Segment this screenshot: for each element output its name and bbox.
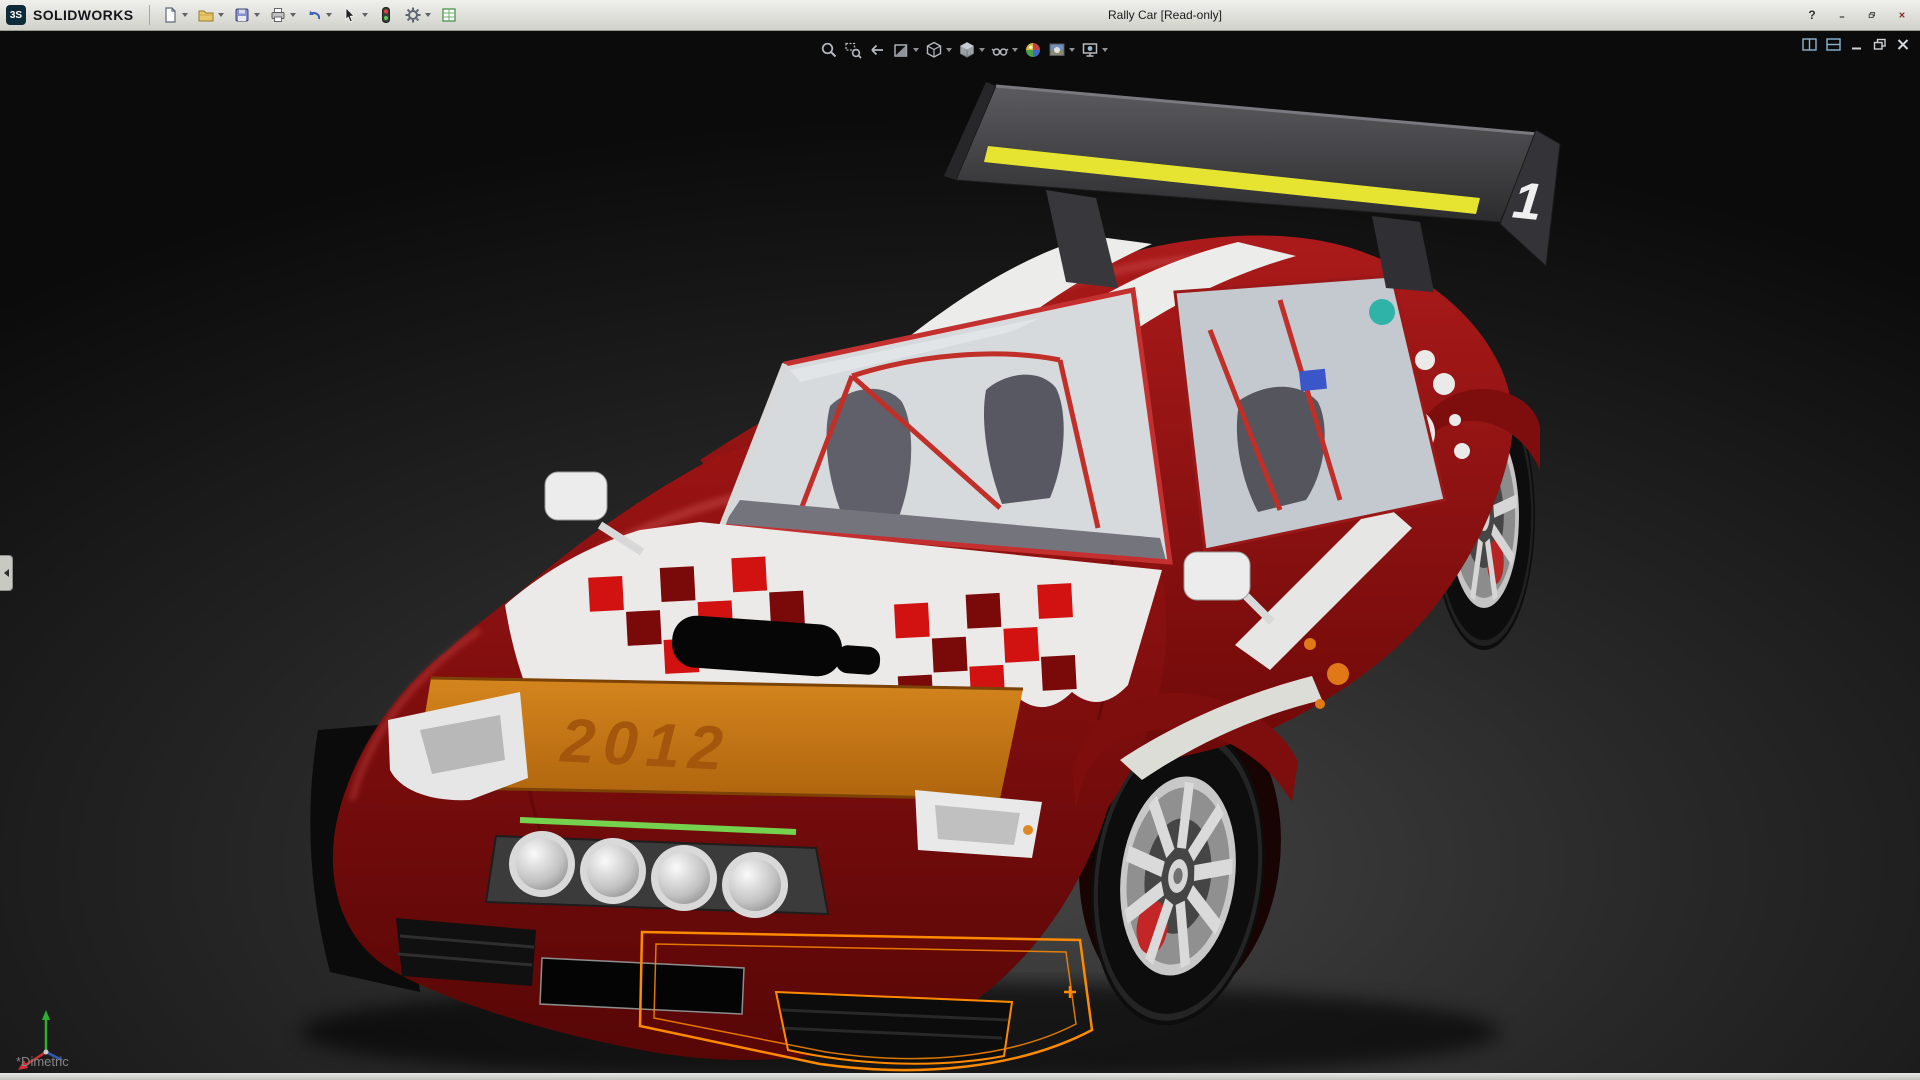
dropdown-arrow-icon[interactable] <box>326 13 332 17</box>
edit-appearance-button[interactable] <box>1022 40 1044 60</box>
appearance-ball-icon <box>1024 41 1042 59</box>
section-view-button[interactable] <box>890 40 921 60</box>
brand-text: SOLIDWORKS <box>33 7 133 23</box>
document-title: Rally Car [Read-only] <box>1108 8 1222 22</box>
spreadsheet-icon <box>440 6 458 24</box>
doc-restore-button[interactable] <box>1873 38 1887 51</box>
new-document-icon <box>161 6 179 24</box>
display-style-icon <box>958 41 976 59</box>
previous-view-button[interactable] <box>866 40 888 60</box>
collapse-panel-tab[interactable] <box>0 555 13 591</box>
dropdown-arrow-icon[interactable] <box>182 13 188 17</box>
window-controls: ? <box>1802 0 1912 30</box>
doc-restore-icon <box>1873 38 1887 51</box>
document-window-controls <box>1802 38 1910 51</box>
doc-minimize-button[interactable] <box>1850 38 1864 51</box>
undo-button[interactable] <box>302 3 335 27</box>
dropdown-arrow-icon[interactable] <box>362 13 368 17</box>
section-view-icon <box>892 41 910 59</box>
new-document-button[interactable] <box>158 3 191 27</box>
center-bumper-intake <box>776 992 1012 1064</box>
dropdown-arrow-icon[interactable] <box>218 13 224 17</box>
doc-close-icon <box>1896 38 1910 51</box>
previous-view-icon <box>868 41 886 59</box>
3d-model-scene[interactable]: 2012 <box>0 30 1920 1073</box>
doc-minimize-icon <box>1850 38 1864 51</box>
scene-icon <box>1048 41 1066 59</box>
dropdown-arrow-icon[interactable] <box>979 48 985 52</box>
print-button[interactable] <box>266 3 299 27</box>
print-icon <box>269 6 287 24</box>
doc-close-button[interactable] <box>1896 38 1910 51</box>
pane-split-right-icon <box>1826 38 1841 51</box>
dropdown-arrow-icon[interactable] <box>1012 48 1018 52</box>
title-bar: 3S SOLIDWORKS <box>0 0 1920 31</box>
zoom-to-area-icon <box>844 41 862 59</box>
zoom-to-fit-button[interactable] <box>818 40 840 60</box>
left-bumper-intake <box>396 918 536 986</box>
windshield[interactable] <box>722 290 1170 562</box>
apply-scene-button[interactable] <box>1046 40 1077 60</box>
undo-arrow-icon <box>305 6 323 24</box>
view-settings-icon <box>1081 41 1099 59</box>
pane-split-right-button[interactable] <box>1826 38 1841 51</box>
close-button[interactable] <box>1892 6 1912 24</box>
heads-up-view-toolbar <box>818 40 1110 60</box>
close-icon <box>1898 9 1906 21</box>
display-style-button[interactable] <box>956 40 987 60</box>
dropdown-arrow-icon[interactable] <box>254 13 260 17</box>
pane-split-left-icon <box>1802 38 1817 51</box>
race-number-decal: 1 <box>1510 171 1545 232</box>
view-orientation-cube-icon <box>925 41 943 59</box>
file-properties-button[interactable] <box>437 3 461 27</box>
pane-split-left-button[interactable] <box>1802 38 1817 51</box>
save-floppy-icon <box>233 6 251 24</box>
hide-show-items-button[interactable] <box>989 40 1020 60</box>
minimize-icon <box>1838 9 1846 21</box>
help-button[interactable]: ? <box>1802 6 1822 24</box>
open-folder-icon <box>197 6 215 24</box>
save-button[interactable] <box>230 3 263 27</box>
view-settings-button[interactable] <box>1079 40 1110 60</box>
year-decal-text: 2012 <box>558 706 732 784</box>
select-cursor-icon <box>341 6 359 24</box>
view-orientation-label: *Dimetric <box>16 1054 69 1069</box>
zoom-to-area-button[interactable] <box>842 40 864 60</box>
minimize-button[interactable] <box>1832 6 1852 24</box>
dropdown-arrow-icon[interactable] <box>290 13 296 17</box>
eyeglasses-icon <box>991 41 1009 59</box>
dropdown-arrow-icon[interactable] <box>1069 48 1075 52</box>
dropdown-arrow-icon[interactable] <box>425 13 431 17</box>
solidworks-logo-icon: 3S <box>6 5 26 25</box>
rebuild-traffic-light-icon <box>377 6 395 24</box>
toolbar-separator <box>149 5 150 25</box>
chevron-left-icon <box>4 569 9 577</box>
zoom-to-fit-icon <box>820 41 838 59</box>
view-orientation-button[interactable] <box>923 40 954 60</box>
dropdown-arrow-icon[interactable] <box>1102 48 1108 52</box>
bottom-scroll-strip[interactable] <box>0 1073 1920 1080</box>
rebuild-button[interactable] <box>374 3 398 27</box>
dropdown-arrow-icon[interactable] <box>913 48 919 52</box>
gear-icon <box>404 6 422 24</box>
restore-icon <box>1868 9 1876 21</box>
options-button[interactable] <box>401 3 434 27</box>
graphics-viewport[interactable]: 2012 <box>0 30 1920 1073</box>
select-button[interactable] <box>338 3 371 27</box>
solidworks-window: 3S SOLIDWORKS <box>0 0 1920 1080</box>
dropdown-arrow-icon[interactable] <box>946 48 952 52</box>
main-toolbar: 3S SOLIDWORKS <box>0 3 461 27</box>
restore-button[interactable] <box>1862 6 1882 24</box>
open-button[interactable] <box>194 3 227 27</box>
